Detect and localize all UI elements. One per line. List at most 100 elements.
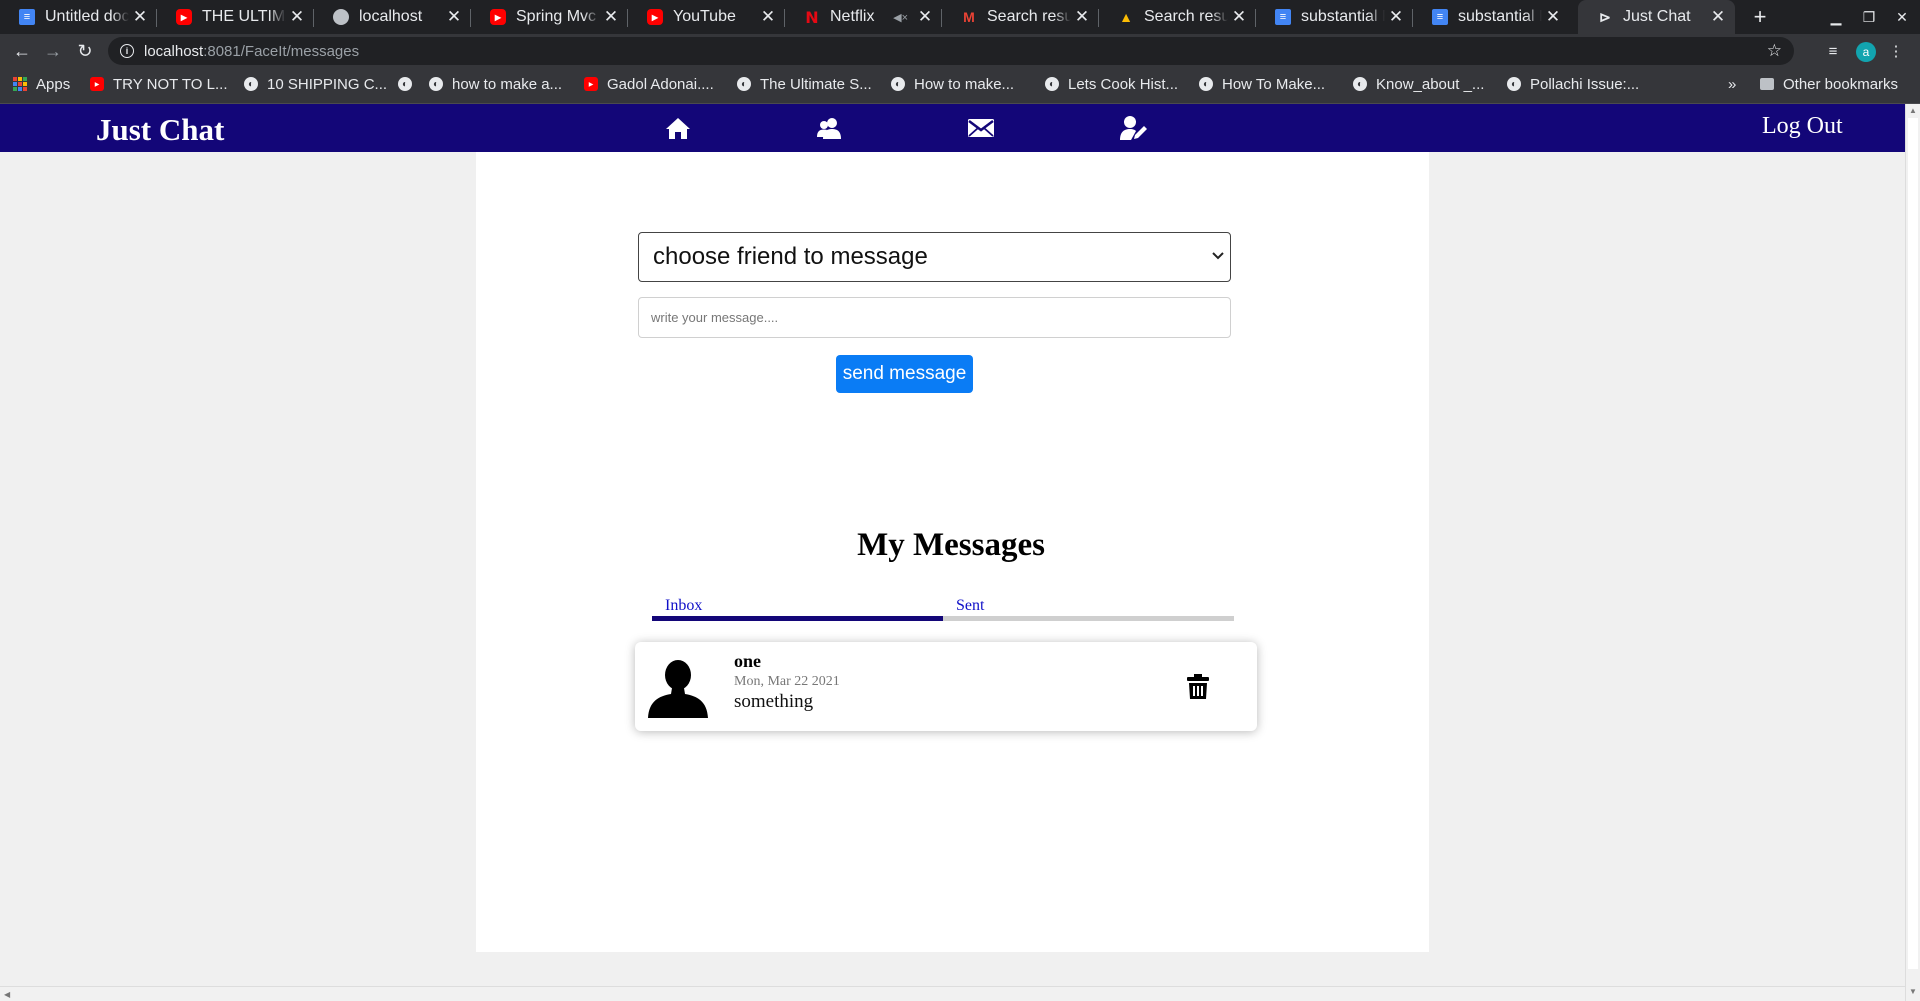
browser-tab[interactable]: ▲ Search result ✕: [1099, 0, 1256, 34]
browser-tab[interactable]: ≡ Untitled docu ✕: [0, 0, 157, 34]
bookmark-item[interactable]: ◐ Pollachi Issue:...: [1507, 68, 1639, 100]
bookmark-label: Lets Cook Hist...: [1068, 75, 1179, 93]
bookmark-item[interactable]: ◐ how to make a...: [429, 68, 562, 100]
more-bookmarks-button[interactable]: »: [1728, 68, 1736, 100]
close-icon[interactable]: ✕: [600, 7, 622, 27]
send-message-button[interactable]: send message: [836, 355, 973, 393]
vertical-scrollbar[interactable]: ▲ ▼: [1905, 104, 1920, 1001]
close-icon[interactable]: ✕: [1071, 7, 1093, 27]
browser-tab-title: Just Chat: [1623, 8, 1691, 25]
bookmark-item[interactable]: ◐ 10 SHIPPING C...: [244, 68, 387, 100]
bookmark-label: Other bookmarks: [1783, 75, 1899, 93]
bookmark-label: TRY NOT TO L...: [113, 75, 228, 93]
browser-tab[interactable]: localhost ✕: [314, 0, 471, 34]
back-icon[interactable]: ←: [9, 38, 35, 64]
bookmark-apps[interactable]: Apps: [13, 68, 70, 100]
browser-tab-title: YouTube: [673, 8, 736, 25]
scroll-up-arrow-icon[interactable]: ▲: [1909, 106, 1917, 115]
close-icon[interactable]: ✕: [1542, 7, 1564, 27]
window-close-icon[interactable]: ✕: [1884, 0, 1920, 34]
bookmark-item[interactable]: ◐ How to make...: [891, 68, 1014, 100]
close-icon[interactable]: ✕: [443, 7, 465, 27]
message-input[interactable]: [638, 297, 1231, 338]
site-info-icon[interactable]: i: [120, 44, 134, 58]
docs-icon: ≡: [19, 9, 35, 25]
horizontal-scrollbar[interactable]: ◀: [0, 986, 1905, 1001]
bookmark-label: How To Make...: [1222, 75, 1326, 93]
browser-tab-title: Untitled docu: [45, 8, 129, 25]
home-icon[interactable]: [662, 114, 694, 142]
close-icon[interactable]: ✕: [1385, 7, 1407, 27]
close-icon[interactable]: ✕: [1707, 7, 1729, 27]
url-host: localhost: [144, 42, 204, 60]
web-icon: ◐: [244, 77, 258, 91]
youtube-icon: ▶: [90, 77, 104, 91]
scroll-down-arrow-icon[interactable]: ▼: [1909, 987, 1917, 996]
browser-tab[interactable]: N Netflix ◀× ✕: [785, 0, 942, 34]
bookmark-item[interactable]: ◐ Lets Cook Hist...: [1045, 68, 1178, 100]
drive-icon: ▲: [1119, 9, 1133, 25]
web-icon: ◐: [1353, 77, 1367, 91]
bookmark-label: Know_about _...: [1376, 75, 1485, 93]
new-tab-button[interactable]: +: [1745, 0, 1775, 34]
bookmark-item[interactable]: ▶ Gadol Adonai....: [584, 68, 714, 100]
media-queue-icon[interactable]: ≡: [1823, 41, 1843, 61]
bookmark-star-icon[interactable]: ☆: [1767, 41, 1782, 61]
browser-tab[interactable]: ▶ YouTube ✕: [628, 0, 785, 34]
message-sender: one: [734, 651, 761, 671]
close-icon[interactable]: ✕: [914, 7, 936, 27]
messages-heading: My Messages: [857, 527, 1045, 563]
speaker-muted-icon[interactable]: ◀×: [893, 11, 908, 24]
url-path: :8081/FaceIt/messages: [203, 42, 360, 60]
edit-profile-icon[interactable]: [1117, 114, 1149, 142]
close-icon[interactable]: ✕: [1228, 7, 1250, 27]
docs-icon: ≡: [1432, 9, 1448, 25]
other-bookmarks[interactable]: Other bookmarks: [1760, 68, 1898, 100]
browser-tab-title: Search result: [1144, 8, 1228, 25]
browser-tab[interactable]: ≡ substantial R ✕: [1413, 0, 1570, 34]
close-icon[interactable]: ✕: [286, 7, 308, 27]
bookmark-item[interactable]: ▶ TRY NOT TO L...: [90, 68, 228, 100]
message-date: Mon, Mar 22 2021: [734, 674, 840, 689]
profile-avatar[interactable]: a: [1856, 42, 1876, 62]
message-card[interactable]: one Mon, Mar 22 2021 something: [635, 642, 1257, 731]
kebab-menu-icon[interactable]: ⋮: [1886, 41, 1906, 61]
browser-tab[interactable]: ▶ THE ULTIMAT ✕: [157, 0, 314, 34]
restore-icon[interactable]: ❐: [1851, 0, 1887, 34]
bookmark-label: Apps: [36, 75, 71, 93]
chevron-down-icon: [1212, 249, 1224, 263]
friends-icon[interactable]: [813, 114, 845, 142]
tab-sent[interactable]: Sent: [956, 597, 984, 615]
bookmark-item[interactable]: ◐ Know_about _...: [1353, 68, 1484, 100]
trash-icon[interactable]: [1187, 674, 1209, 700]
close-icon[interactable]: ✕: [129, 7, 151, 27]
reload-icon[interactable]: ↻: [72, 38, 98, 64]
browser-tab-active[interactable]: ⊳ Just Chat ✕: [1578, 0, 1735, 34]
message-body: something: [734, 691, 814, 712]
bookmark-item[interactable]: ◐ The Ultimate S...: [737, 68, 872, 100]
browser-tab[interactable]: M Search result ✕: [942, 0, 1099, 34]
globe-icon: [333, 9, 349, 25]
app-brand[interactable]: Just Chat: [96, 112, 224, 148]
scrollbar-thumb[interactable]: [1908, 118, 1918, 969]
minimize-icon[interactable]: ▁: [1818, 0, 1854, 34]
web-icon: ◐: [1507, 77, 1521, 91]
forward-icon[interactable]: →: [40, 38, 66, 64]
gmail-icon: M: [963, 9, 975, 25]
close-icon[interactable]: ✕: [757, 7, 779, 27]
browser-tab-title: Netflix: [830, 8, 875, 25]
bookmark-label: Pollachi Issue:...: [1530, 75, 1640, 93]
web-icon: ◐: [398, 77, 412, 91]
address-bar[interactable]: i localhost:8081/FaceIt/messages ☆: [108, 37, 1794, 65]
browser-tab[interactable]: ≡ substantial R ✕: [1256, 0, 1413, 34]
friend-select-value: choose friend to message: [653, 243, 928, 270]
bookmark-item[interactable]: ◐ How To Make...: [1199, 68, 1325, 100]
bookmark-item[interactable]: ◐: [398, 68, 421, 100]
browser-tab-title: THE ULTIMAT: [202, 8, 286, 25]
scroll-left-arrow-icon[interactable]: ◀: [4, 990, 10, 999]
browser-tab[interactable]: ▶ Spring Mvc ur ✕: [471, 0, 628, 34]
friend-select[interactable]: choose friend to message: [638, 232, 1231, 282]
messages-icon[interactable]: [965, 114, 997, 142]
tab-inbox[interactable]: Inbox: [665, 597, 702, 615]
logout-link[interactable]: Log Out: [1762, 113, 1843, 140]
